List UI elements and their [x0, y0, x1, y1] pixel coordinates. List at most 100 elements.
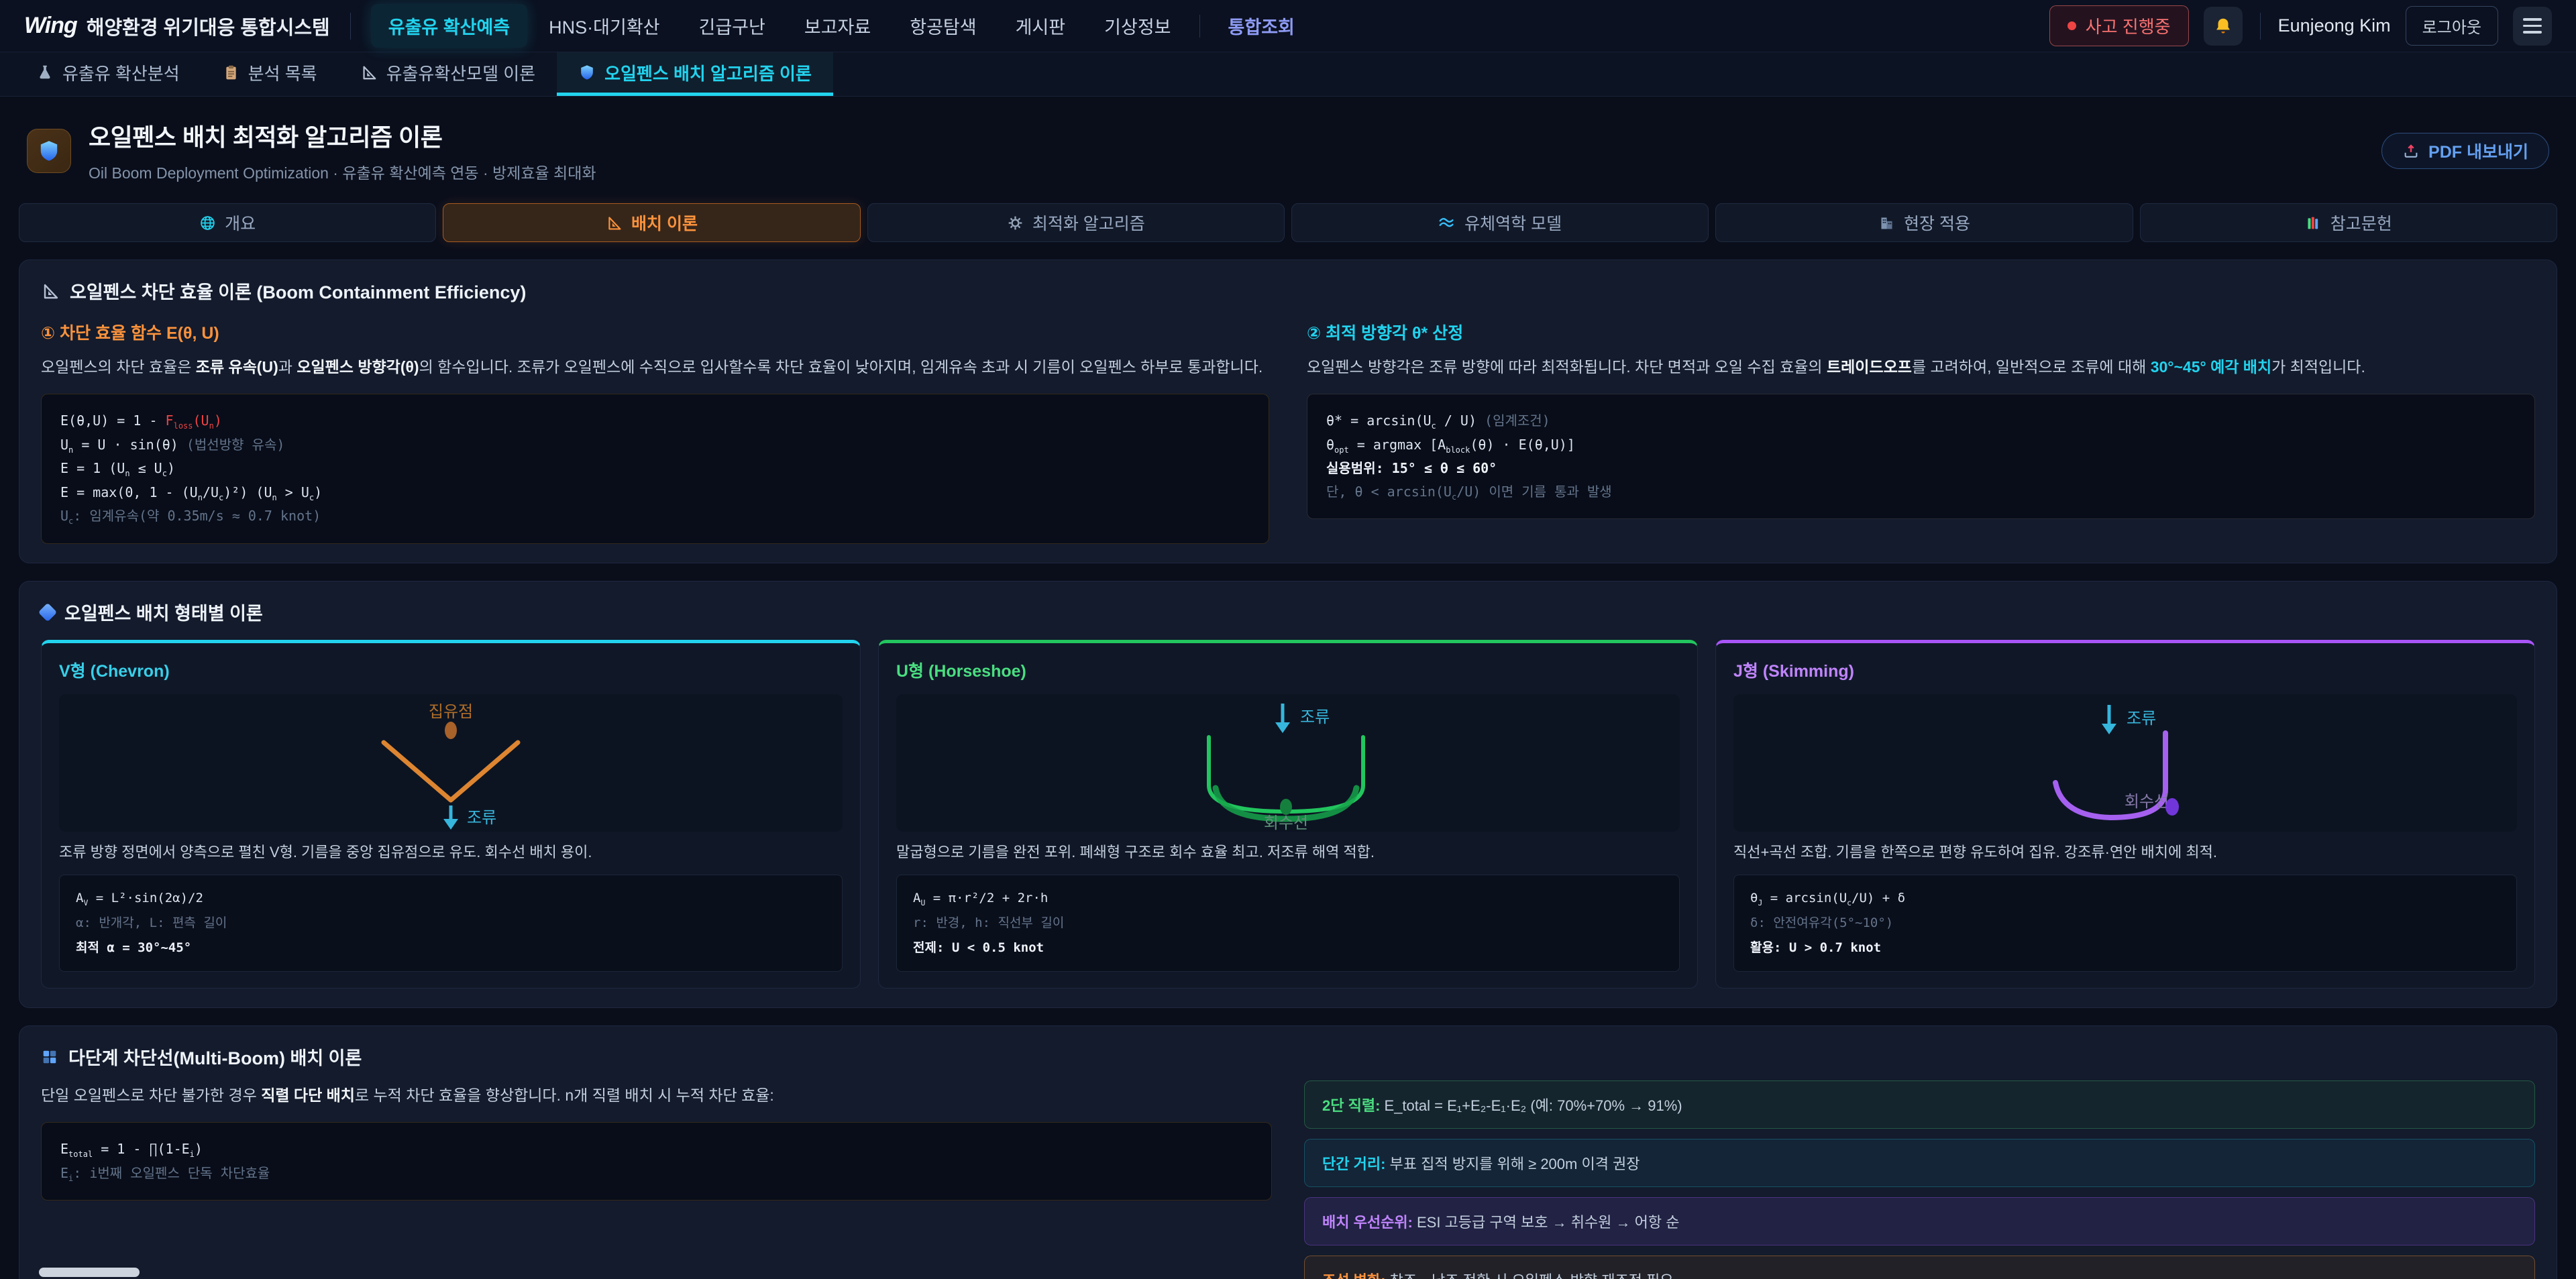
page-content: 오일펜스 배치 최적화 알고리즘 이론 Oil Boom Deployment …: [0, 97, 2576, 1279]
tab-analysis-list[interactable]: 분석 목록: [201, 52, 339, 96]
formula-line: θopt = argmax [Ablock(θ) · E(θ,U)]: [1326, 433, 2516, 457]
menu-item-aerial-search[interactable]: 항공탐색: [892, 4, 994, 48]
formula-line: E = 1 (Un ≤ Uc): [60, 457, 1250, 481]
section-tab-field-application[interactable]: 현장 적용: [1715, 203, 2133, 242]
current-arrow-head: [443, 819, 458, 830]
section-tab-label: 현장 적용: [1904, 211, 1970, 235]
note-label: 단간 거리:: [1322, 1156, 1385, 1172]
skimming-title: J형 (Skimming): [1733, 658, 2517, 682]
diamond-icon: [38, 602, 57, 621]
formula-line: Uc: 임계유속(약 0.35m/s ≈ 0.7 knot): [60, 504, 1250, 529]
books-icon: [2305, 215, 2322, 231]
horseshoe-diagram-svg: 조류 회수선: [896, 694, 1680, 832]
recovery-line-label: 회수선: [2125, 793, 2169, 811]
note-label: 2단 직렬:: [1322, 1097, 1380, 1114]
chevron-boom-shape: [384, 742, 518, 800]
skimming-diagram-svg: 조류 회수선: [1733, 694, 2517, 832]
section-tab-deployment-theory[interactable]: 배치 이론: [443, 203, 860, 242]
logout-button[interactable]: 로그아웃: [2406, 6, 2498, 46]
formula-line: 단, θ < arcsin(Uc/U) 이면 기름 통과 발생: [1326, 480, 2516, 504]
horseshoe-shape-card: U형 (Horseshoe) 조류 회수선 말굽형으로 기름을 완전 포위.: [878, 640, 1698, 989]
section-tabs: 개요 배치 이론 최적화 알고리즘 유체역학 모델 현장 적용 참고문헌: [19, 203, 2557, 242]
recovery-dot: [2165, 798, 2179, 816]
formula-line: α: 반개각, L: 편측 길이: [76, 911, 826, 936]
skimming-shape-card: J형 (Skimming) 조류 회수선 직선+곡선 조합. 기름을 한쪽으로 …: [1715, 640, 2535, 989]
formula-line: 최적 α = 30°~45°: [76, 936, 826, 960]
tab-diffusion-model-theory[interactable]: 유출유확산모델 이론: [339, 52, 557, 96]
notifications-button[interactable]: [2204, 7, 2243, 46]
menu-item-hns-air-diffusion[interactable]: HNS·대기확산: [531, 4, 677, 48]
bell-icon: [2213, 16, 2233, 36]
section-tab-references[interactable]: 참고문헌: [2140, 203, 2557, 242]
wave-icon: [1438, 214, 1456, 231]
multi-boom-columns: 단일 오일펜스로 차단 불가한 경우 직렬 다단 배치로 누적 차단 효율을 향…: [41, 1070, 2535, 1279]
containment-efficiency-card: 오일펜스 차단 효율 이론 (Boom Containment Efficien…: [19, 260, 2557, 563]
brand[interactable]: Wing 해양환경 위기대응 통합시스템: [24, 12, 330, 40]
efficiency-columns: ① 차단 효율 함수 E(θ, U) 오일펜스의 차단 효율은 조류 유속(U)…: [41, 304, 2535, 544]
chevron-description: 조류 방향 정면에서 양측으로 펼친 V형. 기름을 중앙 집유점으로 유도. …: [59, 841, 843, 864]
set-square-icon: [606, 215, 623, 231]
tab-boom-deployment-theory[interactable]: 오일펜스 배치 알고리즘 이론: [557, 52, 833, 96]
skimming-formula-block: θJ = arcsin(Uc/U) + δ δ: 안전여유각(5°~10°) 활…: [1733, 875, 2517, 972]
horseshoe-diagram: 조류 회수선: [896, 694, 1680, 832]
section-tab-label: 개요: [225, 211, 256, 235]
note-label: 배치 우선순위:: [1322, 1214, 1413, 1231]
menu-item-board[interactable]: 게시판: [998, 4, 1083, 48]
wing-logo: Wing: [24, 13, 77, 39]
pdf-export-button[interactable]: PDF 내보내기: [2381, 133, 2549, 169]
menu-item-emergency-rescue[interactable]: 긴급구난: [682, 4, 783, 48]
formula-line: r: 반경, h: 직선부 길이: [913, 911, 1663, 936]
menu-item-oil-spill-prediction[interactable]: 유출유 확산예측: [371, 4, 527, 48]
page-title-block: 오일펜스 배치 최적화 알고리즘 이론 Oil Boom Deployment …: [89, 118, 596, 183]
horseshoe-title: U형 (Horseshoe): [896, 658, 1680, 682]
collection-point-label: 집유점: [429, 703, 473, 721]
recovery-dot: [1280, 799, 1292, 815]
formula-line: AU = π·r²/2 + 2r·h: [913, 886, 1663, 911]
incident-status-badge: 사고 진행중: [2049, 5, 2189, 46]
main-menu: 유출유 확산예측 HNS·대기확산 긴급구난 보고자료 항공탐색 게시판 기상정…: [371, 4, 1312, 48]
incident-dot-icon: [2068, 21, 2076, 30]
tab-label: 유출유확산모델 이론: [386, 60, 536, 85]
note-two-stage-series: 2단 직렬: E_total = E₁+E₂-E₁·E₂ (예: 70%+70%…: [1304, 1080, 2535, 1129]
optimal-angle-paragraph: 오일펜스 방향각은 조류 방향에 따라 최적화됩니다. 차단 면적과 오일 수집…: [1307, 355, 2535, 380]
page-title: 오일펜스 배치 최적화 알고리즘 이론: [89, 118, 596, 153]
menu-item-reports[interactable]: 보고자료: [787, 4, 888, 48]
user-divider: [2260, 13, 2261, 40]
clipboard-icon: [223, 64, 239, 81]
efficiency-right-column: ② 최적 방향각 θ* 산정 오일펜스 방향각은 조류 방향에 따라 최적화됩니…: [1307, 304, 2535, 544]
menu-item-integrated-search[interactable]: 통합조회: [1211, 4, 1312, 48]
tab-label: 분석 목록: [248, 60, 317, 85]
hamburger-menu-button[interactable]: [2513, 7, 2552, 46]
horizontal-scrollbar-thumb[interactable]: [39, 1268, 140, 1277]
formula-line: δ: 안전여유각(5°~10°): [1750, 911, 2500, 936]
efficiency-function-subheading: ① 차단 효율 함수 E(θ, U): [41, 320, 1269, 344]
incident-status-text: 사고 진행중: [2086, 13, 2171, 38]
page-icon-box: [27, 129, 71, 173]
section-tab-optimization-algorithm[interactable]: 최적화 알고리즘: [867, 203, 1285, 242]
section-tab-hydrodynamics-model[interactable]: 유체역학 모델: [1291, 203, 1709, 242]
nav-divider: [350, 13, 351, 40]
chevron-title: V형 (Chevron): [59, 658, 843, 682]
formula-line: 실용범위: 15° ≤ θ ≤ 60°: [1326, 457, 2516, 480]
note-tidal-change: 조석 변화: 창조↔낙조 전환 시 오일펜스 방향 재조정 필요: [1304, 1256, 2535, 1279]
chevron-diagram: 집유점 조류: [59, 694, 843, 832]
heading-text: 오일펜스 차단 효율 이론 (Boom Containment Efficien…: [70, 278, 526, 304]
multi-boom-formula-block: Etotal = 1 - ∏(1-Ei) Ei: i번째 오일펜스 단독 차단효…: [41, 1122, 1272, 1201]
section-tab-label: 배치 이론: [631, 211, 698, 235]
section-tab-overview[interactable]: 개요: [19, 203, 436, 242]
formula-line: Un = U · sin(θ) (법선방향 유속): [60, 433, 1250, 457]
menu-item-weather-info[interactable]: 기상정보: [1087, 4, 1188, 48]
multi-boom-notes-column: 2단 직렬: E_total = E₁+E₂-E₁·E₂ (예: 70%+70%…: [1304, 1070, 2535, 1279]
pdf-export-label: PDF 내보내기: [2428, 139, 2528, 163]
horseshoe-description: 말굽형으로 기름을 완전 포위. 폐쇄형 구조로 회수 효율 최고. 저조류 해…: [896, 841, 1680, 864]
note-text: 창조↔낙조 전환 시 오일펜스 방향 재조정 필요: [1385, 1272, 1673, 1279]
multi-boom-heading: 다단계 차단선(Multi-Boom) 배치 이론: [41, 1044, 2535, 1070]
tab-oil-spill-analysis[interactable]: 유출유 확산분석: [15, 52, 201, 96]
chevron-formula-block: AV = L²·sin(2α)/2 α: 반개각, L: 편측 길이 최적 α …: [59, 875, 843, 972]
user-name: Eunjeong Kim: [2278, 15, 2391, 36]
optimal-angle-formula-block: θ* = arcsin(Uc / U) (임계조건) θopt = argmax…: [1307, 394, 2535, 519]
formula-line: AV = L²·sin(2α)/2: [76, 886, 826, 911]
optimal-angle-subheading: ② 최적 방향각 θ* 산정: [1307, 320, 2535, 344]
top-navigation-bar: Wing 해양환경 위기대응 통합시스템 유출유 확산예측 HNS·대기확산 긴…: [0, 0, 2576, 52]
note-text: 부표 집적 방지를 위해 ≥ 200m 이격 권장: [1385, 1156, 1640, 1172]
